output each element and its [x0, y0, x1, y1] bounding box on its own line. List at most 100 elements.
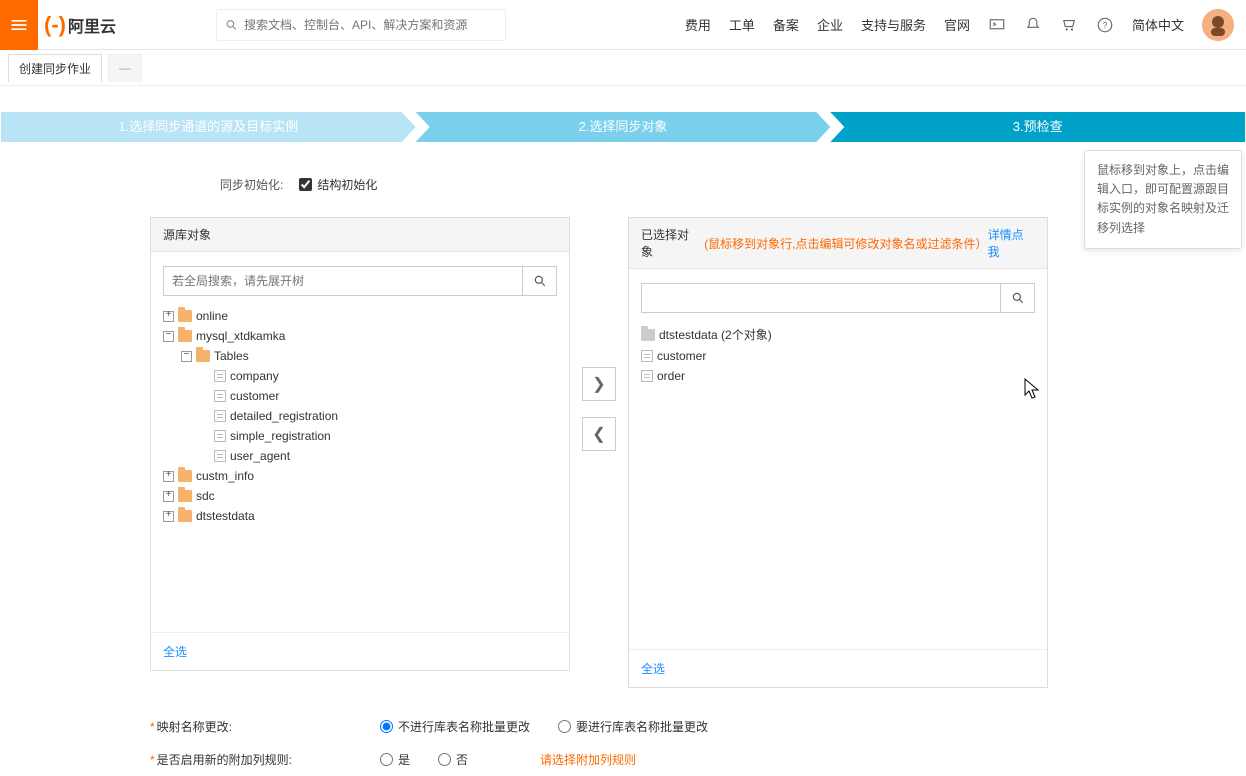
- tree-node[interactable]: +sdc: [163, 486, 557, 506]
- nav-right: 费用 工单 备案 企业 支持与服务 官网 ? 简体中文: [685, 9, 1234, 41]
- mapping-opt-yes[interactable]: 要进行库表名称批量更改: [558, 718, 708, 735]
- page-tab[interactable]: 创建同步作业: [8, 54, 102, 82]
- tree-node[interactable]: order: [641, 366, 1035, 386]
- source-select-all[interactable]: 全选: [163, 645, 187, 659]
- folder-icon: [178, 490, 192, 502]
- nav-item[interactable]: 官网: [944, 15, 970, 34]
- folder-icon: [178, 470, 192, 482]
- extra-label: 是否启用新的附加列规则:: [157, 753, 292, 767]
- nav-item[interactable]: 费用: [685, 15, 711, 34]
- step-1[interactable]: 1.选择同步通道的源及目标实例: [1, 112, 416, 142]
- cb-structure-init-input[interactable]: [299, 178, 312, 191]
- move-left-button[interactable]: ❮: [582, 417, 616, 451]
- sub-header: 创建同步作业 —: [0, 50, 1246, 86]
- table-icon: [214, 430, 226, 442]
- tree-node[interactable]: −mysql_xtdkamka: [163, 326, 557, 346]
- source-search-input[interactable]: [164, 267, 522, 295]
- search-icon: [1011, 291, 1025, 305]
- expand-icon[interactable]: +: [163, 511, 174, 522]
- brand-logo[interactable]: (-) 阿里云: [44, 12, 116, 38]
- move-right-button[interactable]: ❯: [582, 367, 616, 401]
- expand-icon[interactable]: +: [163, 491, 174, 502]
- table-icon: [214, 450, 226, 462]
- mapping-opt-no[interactable]: 不进行库表名称批量更改: [380, 718, 530, 735]
- nav-item[interactable]: 工单: [729, 15, 755, 34]
- folder-icon: [178, 510, 192, 522]
- table-icon: [214, 370, 226, 382]
- tree-node[interactable]: company: [199, 366, 557, 386]
- table-icon: [641, 370, 653, 382]
- extra-opt-no[interactable]: 否: [438, 751, 468, 768]
- hamburger-menu[interactable]: [0, 0, 38, 50]
- tree-node[interactable]: detailed_registration: [199, 406, 557, 426]
- nav-item[interactable]: 企业: [817, 15, 843, 34]
- init-label: 同步初始化:: [220, 176, 283, 193]
- source-search: [163, 266, 557, 296]
- bell-icon[interactable]: [1024, 16, 1042, 34]
- avatar-icon: [1202, 9, 1234, 41]
- table-icon: [214, 390, 226, 402]
- target-detail-link[interactable]: 详情点我: [988, 226, 1035, 260]
- logo-icon: (-): [44, 12, 66, 38]
- target-panel-title: 已选择对象: [641, 226, 700, 260]
- wizard-steps: 1.选择同步通道的源及目标实例 2.选择同步对象 3.预检查: [0, 112, 1246, 142]
- avatar[interactable]: [1202, 9, 1234, 41]
- extra-opt-yes[interactable]: 是: [380, 751, 410, 768]
- tree-node[interactable]: customer: [641, 346, 1035, 366]
- tree-node[interactable]: simple_registration: [199, 426, 557, 446]
- console-icon[interactable]: [988, 16, 1006, 34]
- table-icon: [214, 410, 226, 422]
- menu-icon: [9, 15, 29, 35]
- tree-node[interactable]: +online: [163, 306, 557, 326]
- tree-node[interactable]: user_agent: [199, 446, 557, 466]
- folder-icon: [178, 310, 192, 322]
- search-icon: [533, 274, 547, 288]
- folder-icon: [178, 330, 192, 342]
- init-row: 同步初始化: 结构初始化: [220, 176, 1096, 193]
- tree-node[interactable]: dtstestdata (2个对象): [641, 323, 1035, 346]
- form-rows: *映射名称更改: 不进行库表名称批量更改 要进行库表名称批量更改 *是否启用新的…: [150, 710, 1096, 776]
- step-2[interactable]: 2.选择同步对象: [416, 112, 831, 142]
- target-search-button[interactable]: [1000, 284, 1034, 312]
- target-search: [641, 283, 1035, 313]
- expand-icon[interactable]: +: [163, 311, 174, 322]
- db-icon: [641, 329, 655, 341]
- cb-structure-init[interactable]: 结构初始化: [299, 176, 377, 193]
- tree-node[interactable]: customer: [199, 386, 557, 406]
- target-panel-hint: (鼠标移到对象行,点击编辑可修改对象名或过滤条件）: [704, 235, 983, 252]
- page-tab-label: 创建同步作业: [19, 60, 91, 77]
- svg-text:?: ?: [1103, 21, 1108, 30]
- folder-icon: [196, 350, 210, 362]
- cart-icon[interactable]: [1060, 16, 1078, 34]
- collapse-icon[interactable]: −: [181, 351, 192, 362]
- help-icon[interactable]: ?: [1096, 16, 1114, 34]
- top-nav: (-) 阿里云 费用 工单 备案 企业 支持与服务 官网 ? 简体中文: [0, 0, 1246, 50]
- target-panel: 已选择对象 (鼠标移到对象行,点击编辑可修改对象名或过滤条件） 详情点我 dts…: [628, 217, 1048, 688]
- page-code: —: [108, 54, 142, 82]
- mapping-row: *映射名称更改: 不进行库表名称批量更改 要进行库表名称批量更改: [150, 710, 1096, 743]
- collapse-icon[interactable]: −: [163, 331, 174, 342]
- step-3[interactable]: 3.预检查: [830, 112, 1245, 142]
- nav-item[interactable]: 备案: [773, 15, 799, 34]
- brand-text: 阿里云: [68, 13, 116, 37]
- language-switch[interactable]: 简体中文: [1132, 15, 1184, 34]
- search-icon: [225, 18, 238, 32]
- global-search[interactable]: [216, 9, 506, 41]
- source-panel-title: 源库对象: [151, 218, 569, 252]
- global-search-input[interactable]: [244, 18, 497, 32]
- expand-icon[interactable]: +: [163, 471, 174, 482]
- target-panel-head: 已选择对象 (鼠标移到对象行,点击编辑可修改对象名或过滤条件） 详情点我: [629, 218, 1047, 269]
- target-search-input[interactable]: [642, 284, 1000, 312]
- extra-rules-link[interactable]: 请选择附加列规则: [540, 751, 636, 768]
- table-icon: [641, 350, 653, 362]
- tree-node[interactable]: +dtstestdata: [163, 506, 557, 526]
- nav-item[interactable]: 支持与服务: [861, 15, 926, 34]
- transfer-columns: 源库对象 +online −mysql_xtdkamka −Tables: [150, 217, 1096, 688]
- transfer-buttons: ❯ ❮: [582, 217, 616, 451]
- tree-node[interactable]: +custm_info: [163, 466, 557, 486]
- source-tree: +online −mysql_xtdkamka −Tables company …: [163, 306, 557, 526]
- cb-structure-init-label: 结构初始化: [317, 176, 377, 193]
- source-search-button[interactable]: [522, 267, 556, 295]
- tree-node[interactable]: −Tables: [181, 346, 557, 366]
- target-select-all[interactable]: 全选: [641, 662, 665, 676]
